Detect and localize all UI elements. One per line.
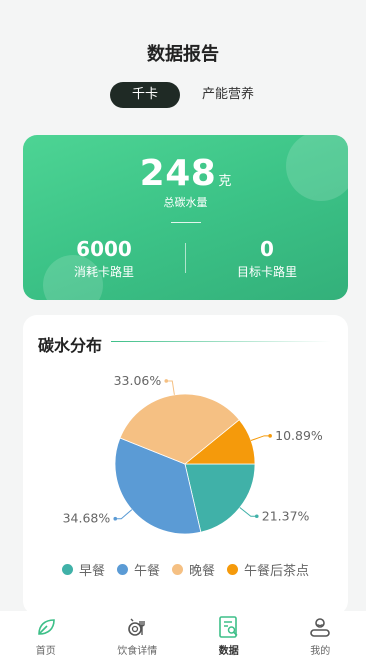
label-leader-dot xyxy=(113,516,118,521)
legend-label: 晚餐 xyxy=(189,564,216,579)
label-leader-line xyxy=(239,507,257,517)
total-carb-label: 总碳水量 xyxy=(163,196,208,209)
leaf-icon xyxy=(37,619,55,635)
slice-percent-label: 34.68% xyxy=(63,511,111,526)
legend-label: 午餐后茶点 xyxy=(244,564,310,579)
total-carb-unit: 克 xyxy=(218,174,232,189)
slice-percent-label: 21.37% xyxy=(262,508,310,523)
page-title: 数据报告 xyxy=(147,44,219,65)
divider xyxy=(171,222,201,223)
tabbar-item-home[interactable]: 首页 xyxy=(0,611,92,661)
target-calories-label: 目标卡路里 xyxy=(236,265,297,279)
slice-percent-label: 10.89% xyxy=(275,428,323,443)
consumed-calories-label: 消耗卡路里 xyxy=(73,265,134,279)
tab-kcal[interactable]: 千卡 xyxy=(110,82,180,108)
label-leader-line xyxy=(250,435,271,441)
legend-label: 早餐 xyxy=(78,564,105,579)
user-icon xyxy=(310,618,331,637)
target-calories-value: 0 xyxy=(260,237,274,261)
consumed-calories-stat: 6000 消耗卡路里 xyxy=(23,237,185,280)
tabbar-item-data[interactable]: 数据 xyxy=(183,611,275,661)
pie-chart: 21.37% 34.68% 33.06% 10.89% xyxy=(63,373,323,535)
tabbar-label: 饮食详情 xyxy=(117,646,158,657)
legend-swatch xyxy=(172,564,183,575)
legend-swatch xyxy=(116,564,128,575)
tabbar-label: 首页 xyxy=(35,646,56,657)
tabbar-label: 数据 xyxy=(218,646,239,657)
legend-swatch xyxy=(227,564,239,575)
legend-item[interactable]: 午餐 xyxy=(116,560,160,579)
chart-legend: 早餐 午餐 晚餐 午餐后茶点 xyxy=(23,560,348,579)
meal-icon xyxy=(128,618,145,636)
tabbar-item-meals[interactable]: 饮食详情 xyxy=(92,611,184,661)
target-calories-stat: 0 目标卡路里 xyxy=(186,237,348,280)
tabbar-item-profile[interactable]: 我的 xyxy=(275,611,366,661)
legend-label: 午餐 xyxy=(133,564,160,579)
label-leader-line xyxy=(166,380,175,395)
unit-tabs: 千卡 产能营养 xyxy=(110,82,270,108)
bottom-tabbar: 首页 饮食详情 数据 我的 xyxy=(0,611,366,661)
tab-nutrition[interactable]: 产能营养 xyxy=(186,82,270,108)
total-row: 248 克 xyxy=(23,153,348,194)
tabbar-label: 我的 xyxy=(310,646,331,657)
legend-item[interactable]: 午餐后茶点 xyxy=(227,560,309,579)
report-icon xyxy=(218,616,238,638)
label-leader-dot xyxy=(254,514,259,519)
summary-card: 248 克 总碳水量 6000 消耗卡路里 0 目标卡路里 xyxy=(23,135,348,300)
label-leader-dot xyxy=(164,379,169,383)
label-leader-dot xyxy=(268,434,272,438)
legend-item[interactable]: 早餐 xyxy=(61,560,105,579)
title-underline xyxy=(111,341,331,342)
label-leader-line xyxy=(115,509,133,520)
total-carb-value: 248 xyxy=(139,153,217,194)
chart-title: 碳水分布 xyxy=(38,336,103,355)
legend-swatch xyxy=(61,564,73,575)
legend-item[interactable]: 晚餐 xyxy=(172,560,215,579)
slice-percent-label: 33.06% xyxy=(114,373,162,388)
carb-distribution-card: 碳水分布 21.37% 34.68% 33.06% 10.89% 早餐 午餐 晚餐 午餐后茶… xyxy=(23,315,348,615)
consumed-calories-value: 6000 xyxy=(76,237,132,261)
